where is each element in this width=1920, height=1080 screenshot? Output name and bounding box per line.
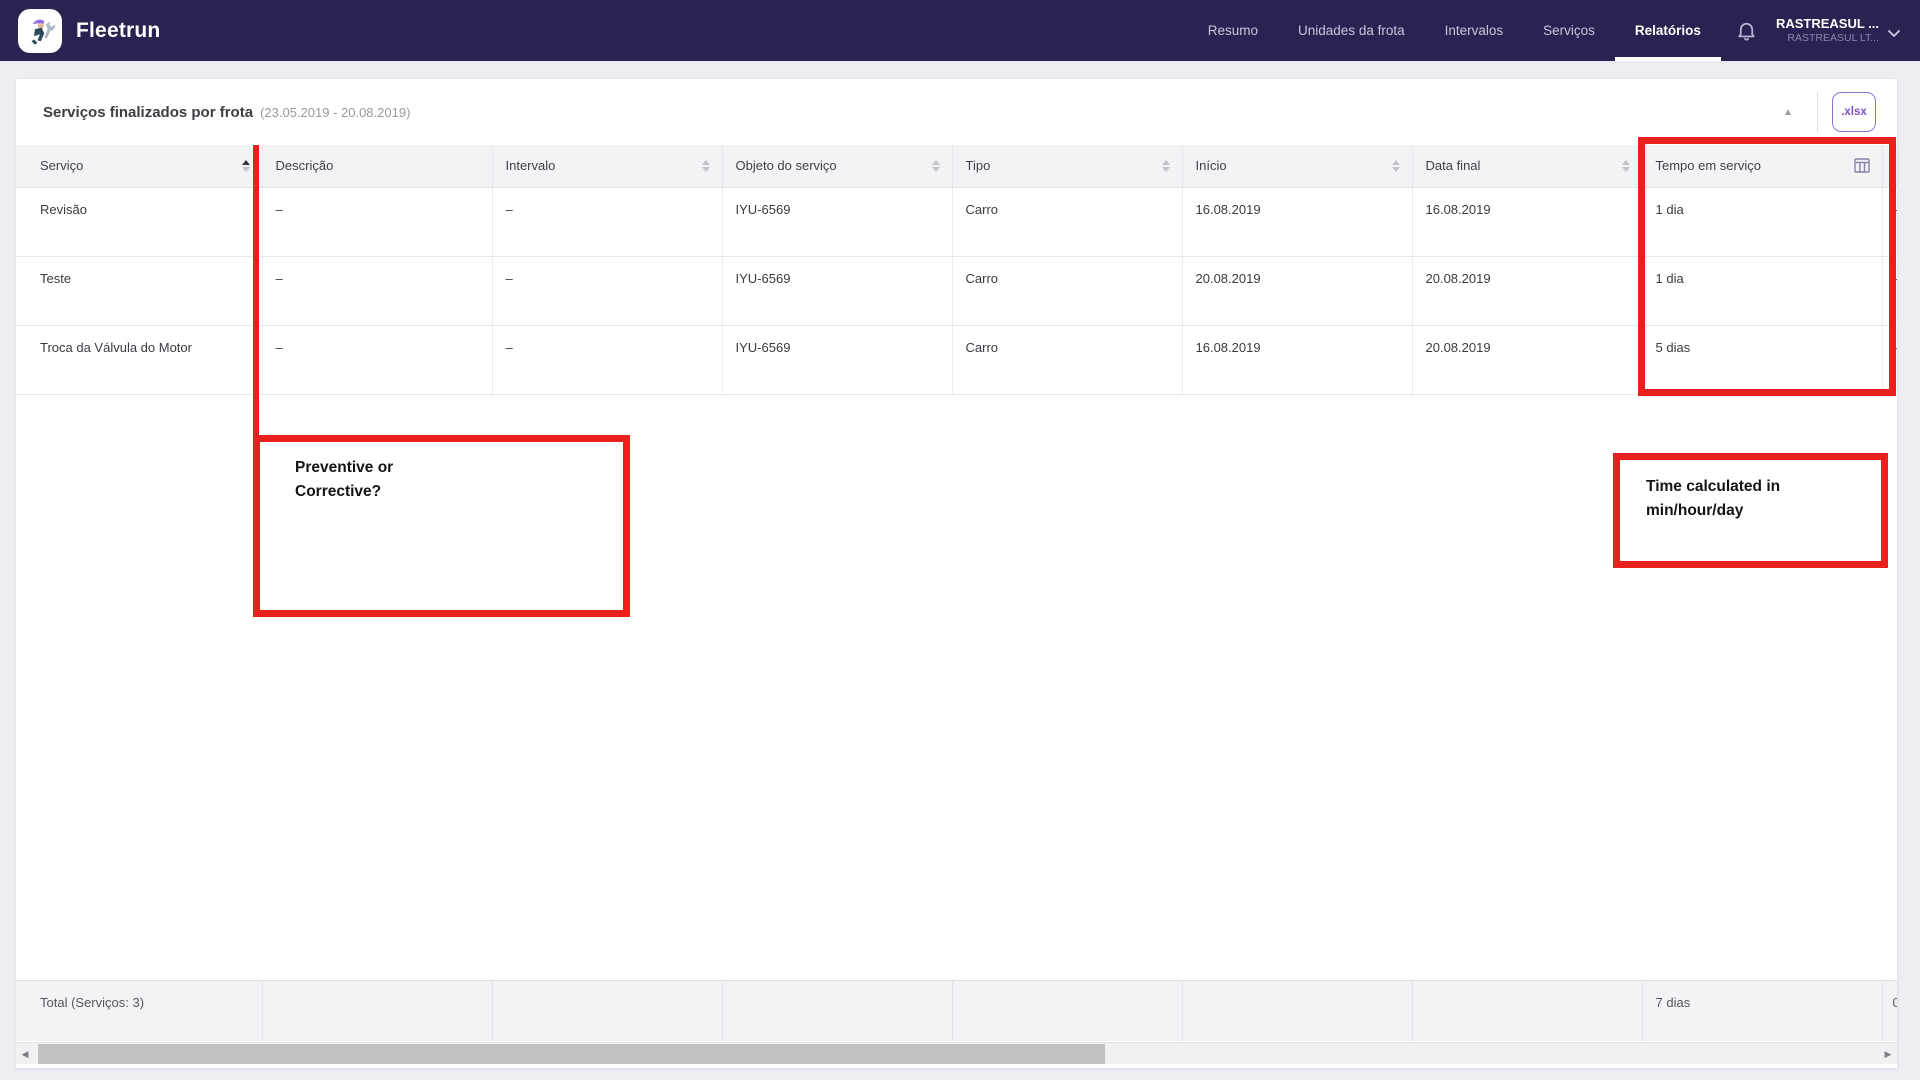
report-table: Serviço Descrição Intervalo xyxy=(16,145,1897,395)
cell-intervalo: – xyxy=(492,325,722,394)
cell-tipo: Carro xyxy=(952,325,1182,394)
sort-ascending-icon[interactable] xyxy=(242,160,250,172)
table-total-row: Total (Serviços: 3) 7 dias 0 xyxy=(16,980,1897,1041)
table-row: Troca da Válvula do Motor – – IYU-6569 C… xyxy=(16,325,1897,394)
cell-objeto: IYU-6569 xyxy=(722,325,952,394)
horizontal-scrollbar[interactable]: ◀ ▶ xyxy=(16,1042,1897,1064)
cell-extra: – xyxy=(1882,325,1897,394)
cell-intervalo: – xyxy=(492,256,722,325)
cell-tipo: Carro xyxy=(952,187,1182,256)
column-header-objeto-do-servico[interactable]: Objeto do serviço xyxy=(722,145,952,187)
cell-tempo: 5 dias xyxy=(1642,325,1882,394)
total-inicio xyxy=(1182,981,1412,1041)
report-period: (23.05.2019 - 20.08.2019) xyxy=(260,105,410,120)
total-tipo xyxy=(952,981,1182,1041)
table-row: Revisão – – IYU-6569 Carro 16.08.2019 16… xyxy=(16,187,1897,256)
total-intervalo xyxy=(492,981,722,1041)
table-header-row: Serviço Descrição Intervalo xyxy=(16,145,1897,187)
nav-servicos[interactable]: Serviços xyxy=(1523,0,1615,61)
total-extra: 0 xyxy=(1882,981,1897,1041)
sort-icon[interactable] xyxy=(1622,160,1630,172)
mechanic-icon xyxy=(23,14,57,48)
scroll-right-arrow-icon[interactable]: ▶ xyxy=(1879,1043,1897,1065)
report-title: Serviços finalizados por frota xyxy=(43,104,253,121)
cell-extra: – xyxy=(1882,256,1897,325)
total-data-final xyxy=(1412,981,1642,1041)
cell-servico: Troca da Válvula do Motor xyxy=(16,325,262,394)
total-objeto xyxy=(722,981,952,1041)
column-header-tipo[interactable]: Tipo xyxy=(952,145,1182,187)
total-label: Total (Serviços: 3) xyxy=(16,981,262,1041)
cell-objeto: IYU-6569 xyxy=(722,256,952,325)
divider xyxy=(1817,92,1818,132)
column-picker-icon[interactable] xyxy=(1854,158,1870,173)
cell-descricao: – xyxy=(262,325,492,394)
nav-resumo[interactable]: Resumo xyxy=(1188,0,1278,61)
sort-icon[interactable] xyxy=(932,160,940,172)
sort-icon[interactable] xyxy=(702,160,710,172)
nav-intervalos[interactable]: Intervalos xyxy=(1425,0,1524,61)
sort-icon[interactable] xyxy=(1162,160,1170,172)
cell-tipo: Carro xyxy=(952,256,1182,325)
scroll-left-arrow-icon[interactable]: ◀ xyxy=(16,1043,34,1065)
collapse-report-button[interactable]: ▲ xyxy=(1775,99,1801,126)
user-name: RASTREASUL ... xyxy=(1776,16,1879,32)
cell-descricao: – xyxy=(262,187,492,256)
cell-servico: Teste xyxy=(16,256,262,325)
cell-objeto: IYU-6569 xyxy=(722,187,952,256)
column-header-data-final[interactable]: Data final xyxy=(1412,145,1642,187)
fleetrun-logo[interactable] xyxy=(18,9,62,53)
sort-icon[interactable] xyxy=(1392,160,1400,172)
column-header-servico[interactable]: Serviço xyxy=(16,145,262,187)
cell-data-final: 20.08.2019 xyxy=(1412,256,1642,325)
top-navigation-bar: Fleetrun Resumo Unidades da frota Interv… xyxy=(0,0,1920,61)
bell-icon xyxy=(1735,19,1758,42)
cell-inicio: 16.08.2019 xyxy=(1182,187,1412,256)
cell-extra: – xyxy=(1882,187,1897,256)
table-row: Teste – – IYU-6569 Carro 20.08.2019 20.0… xyxy=(16,256,1897,325)
column-header-tempo-em-servico[interactable]: Tempo em serviço xyxy=(1642,145,1882,187)
nav-relatorios[interactable]: Relatórios xyxy=(1615,0,1721,61)
cell-intervalo: – xyxy=(492,187,722,256)
column-header-intervalo[interactable]: Intervalo xyxy=(492,145,722,187)
column-header-descricao[interactable]: Descrição xyxy=(262,145,492,187)
cell-tempo: 1 dia xyxy=(1642,187,1882,256)
report-title-bar: Serviços finalizados por frota (23.05.20… xyxy=(16,79,1897,145)
user-menu[interactable]: RASTREASUL ... RASTREASUL LT... xyxy=(1776,16,1920,45)
column-header-extra[interactable] xyxy=(1882,145,1897,187)
cell-data-final: 16.08.2019 xyxy=(1412,187,1642,256)
brand-name: Fleetrun xyxy=(76,19,160,43)
cell-data-final: 20.08.2019 xyxy=(1412,325,1642,394)
cell-tempo: 1 dia xyxy=(1642,256,1882,325)
scrollbar-thumb[interactable] xyxy=(38,1044,1105,1064)
cell-descricao: – xyxy=(262,256,492,325)
total-descricao xyxy=(262,981,492,1041)
cell-inicio: 20.08.2019 xyxy=(1182,256,1412,325)
nav-unidades-da-frota[interactable]: Unidades da frota xyxy=(1278,0,1425,61)
cell-inicio: 16.08.2019 xyxy=(1182,325,1412,394)
cell-servico: Revisão xyxy=(16,187,262,256)
report-card: Serviços finalizados por frota (23.05.20… xyxy=(16,79,1897,1068)
user-company: RASTREASUL LT... xyxy=(1776,32,1879,45)
chevron-down-icon xyxy=(1888,30,1900,38)
main-nav: Resumo Unidades da frota Intervalos Serv… xyxy=(1188,0,1721,61)
column-header-inicio[interactable]: Início xyxy=(1182,145,1412,187)
notifications-button[interactable] xyxy=(1721,19,1776,42)
total-tempo: 7 dias xyxy=(1642,981,1882,1041)
export-xlsx-button[interactable]: .xlsx xyxy=(1832,92,1876,132)
